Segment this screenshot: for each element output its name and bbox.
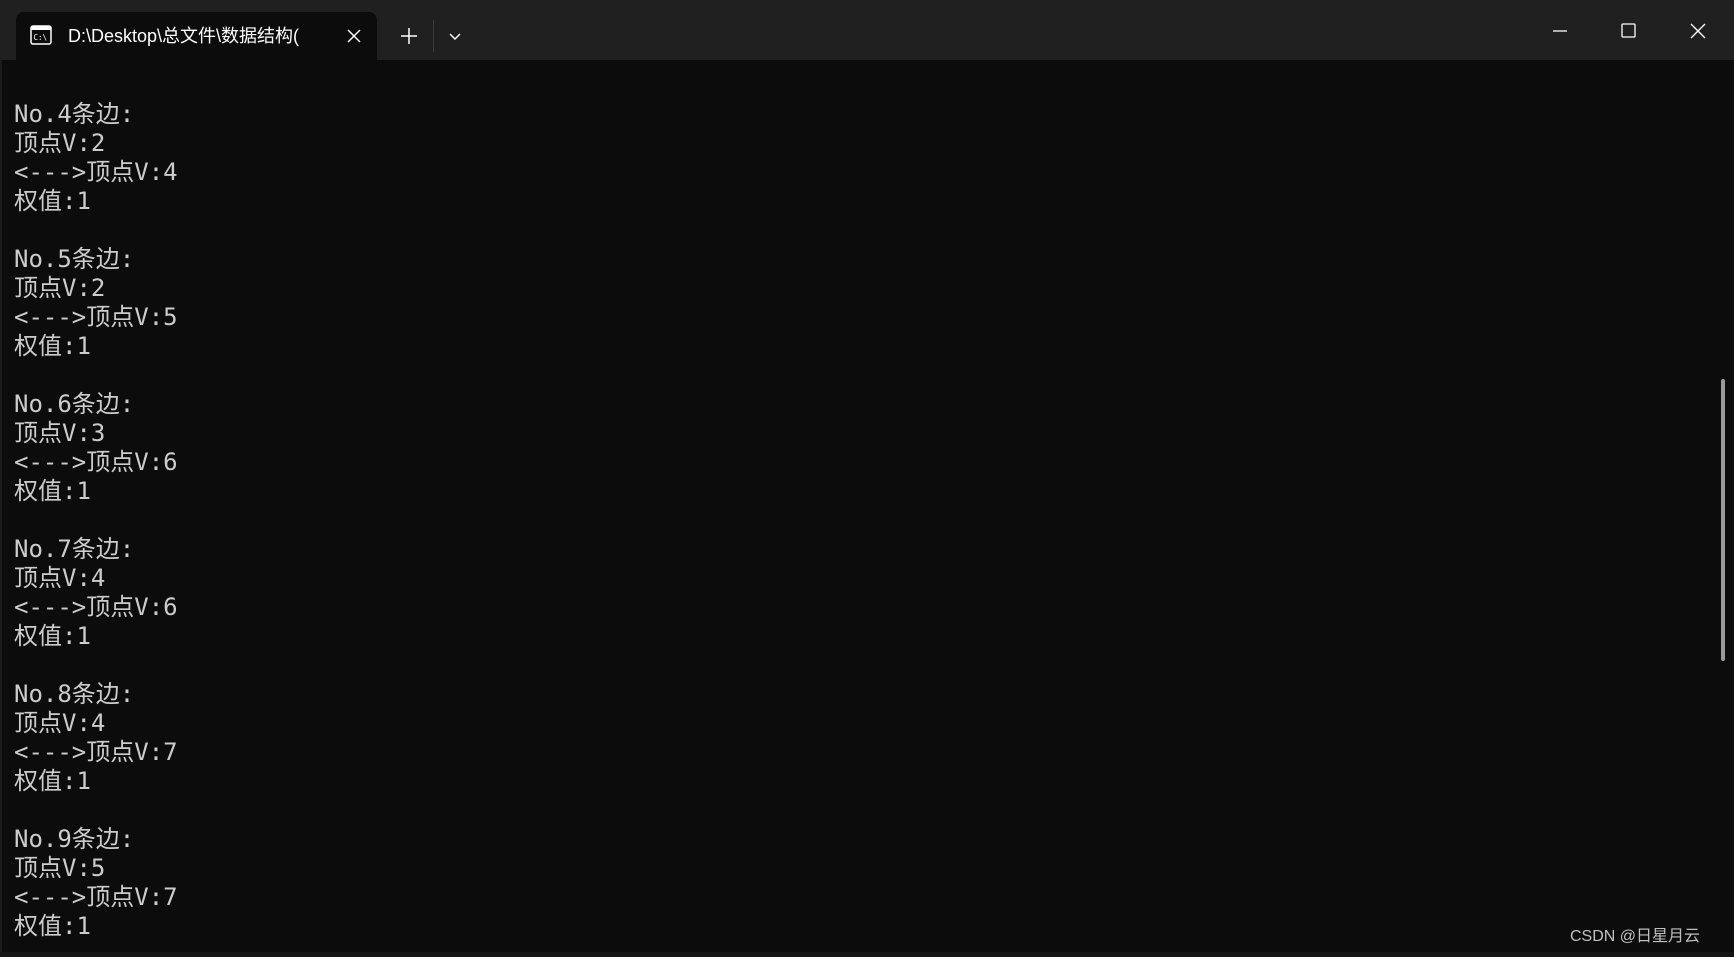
console-line: No.5条边:: [14, 245, 135, 273]
plus-icon[interactable]: [393, 20, 425, 52]
console-line: 权值:1: [14, 622, 91, 650]
scrollbar-thumb[interactable]: [1721, 379, 1725, 661]
close-icon[interactable]: [1678, 12, 1718, 52]
console-line: No.9条边:: [14, 825, 135, 853]
console-line: 权值:1: [14, 477, 91, 505]
terminal-tab[interactable]: C:\ D:\Desktop\总文件\数据结构(: [16, 12, 377, 60]
terminal-cmd-icon: C:\: [30, 25, 52, 45]
console-line: 权值:1: [14, 912, 91, 940]
console-line: 权值:1: [14, 332, 91, 360]
console-line: <--->顶点V:4: [14, 158, 178, 186]
console-line: No.6条边:: [14, 390, 135, 418]
console-line: 顶点V:5: [14, 854, 106, 882]
bottom-edge: [0, 952, 1734, 957]
tab-separator: [433, 20, 434, 52]
window-edge: [0, 60, 2, 957]
console-line: 顶点V:2: [14, 129, 106, 157]
console-line: No.7条边:: [14, 535, 135, 563]
tab-title: D:\Desktop\总文件\数据结构(: [68, 26, 300, 46]
terminal-window: C:\ D:\Desktop\总文件\数据结构( No.4条边: 顶点V:2 <--…: [0, 0, 1734, 957]
console-line: No.4条边:: [14, 100, 135, 128]
console-line: 权值:1: [14, 767, 91, 795]
console-output[interactable]: No.4条边: 顶点V:2 <--->顶点V:4 权值:1 No.5条边: 顶点V:2 <-…: [14, 100, 1714, 950]
chevron-down-icon[interactable]: [441, 22, 469, 50]
console-line: <--->顶点V:5: [14, 303, 178, 331]
console-line: <--->顶点V:7: [14, 883, 178, 911]
console-line: <--->顶点V:7: [14, 738, 178, 766]
console-line: 顶点V:2: [14, 274, 106, 302]
console-line: 顶点V:3: [14, 419, 106, 447]
tab-close-icon[interactable]: [342, 24, 366, 48]
console-line: 权值:1: [14, 187, 91, 215]
console-line: No.8条边:: [14, 680, 135, 708]
title-bar: C:\ D:\Desktop\总文件\数据结构(: [0, 0, 1734, 60]
console-line: <--->顶点V:6: [14, 593, 178, 621]
console-line: <--->顶点V:6: [14, 448, 178, 476]
minimize-icon[interactable]: [1540, 12, 1580, 52]
svg-text:C:\: C:\: [34, 33, 48, 42]
maximize-icon[interactable]: [1608, 12, 1648, 52]
scrollbar[interactable]: [1718, 62, 1728, 952]
console-line: 顶点V:4: [14, 564, 106, 592]
watermark-text: CSDN @日星月云: [1570, 928, 1701, 945]
console-line: 顶点V:4: [14, 709, 106, 737]
